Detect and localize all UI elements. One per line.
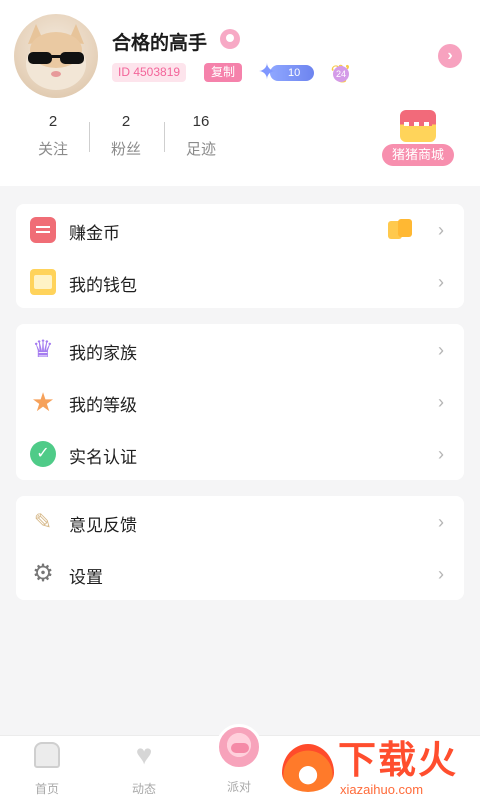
level-star-icon: ✦ [257,59,277,84]
crown-icon: ♛ [32,336,54,363]
wallet-icon [30,269,56,295]
tab-label: 动态 [131,782,156,796]
flame-logo-icon [282,744,334,792]
settings-gear-icon: ⚙ [32,560,54,587]
tab-party-label[interactable]: 派对 [209,778,269,795]
heart-icon: ♥ [135,739,153,770]
copy-id-button[interactable]: 复制 [204,63,242,82]
chevron-right-icon: › [438,392,444,412]
home-icon [34,742,60,768]
stat-followers[interactable]: 2 粉丝 [91,112,161,159]
stat-divider [164,122,165,152]
menu-item-settings[interactable]: ⚙ 设置 › [16,548,464,600]
feedback-pencil-icon: ✎ [33,509,53,534]
stat-value: 2 [121,113,131,130]
mall-label: 猪猪商城 [382,144,454,166]
level-number: 10 [288,67,301,79]
verified-check-icon: ✓ [30,441,56,467]
menu-card-settings: ✎ 意见反馈 › ⚙ 设置 › [16,496,464,600]
coin-stack-icon [388,219,416,239]
chevron-right-icon: › [438,272,444,292]
menu-item-wallet[interactable]: 我的钱包 › [16,256,464,308]
menu-item-label: 设置 [69,568,103,587]
pig-avatar-icon[interactable] [216,724,262,770]
tab-moments[interactable]: ♥ 动态 [114,739,174,797]
username: 合格的高手 [112,33,208,54]
menu-item-label: 我的家族 [69,344,137,363]
chevron-right-icon: › [438,564,444,584]
menu-item-label: 我的钱包 [69,276,137,295]
profile-header: 合格的高手 ID 4503819 复制 ✦ 10 ❦ 24 › 2 关注 2 粉… [0,0,480,186]
tab-home[interactable]: 首页 [17,742,77,797]
menu-item-verification[interactable]: ✓ 实名认证 › [16,428,464,480]
stat-label: 粉丝 [110,141,141,158]
stat-label: 关注 [37,141,68,158]
chevron-right-icon: › [438,340,444,360]
user-avatar[interactable] [14,14,98,98]
menu-item-label: 实名认证 [69,448,137,467]
menu-card-earnings: 赚金币 › 我的钱包 › [16,204,464,308]
medal-number: 24 [333,66,349,82]
stat-label: 足迹 [185,141,216,158]
menu-card-account: ♛ 我的家族 › ★ 我的等级 › ✓ 实名认证 › [16,324,464,480]
chevron-right-icon: › [438,444,444,464]
stat-value: 16 [192,113,210,130]
profile-detail-chevron-icon[interactable]: › [438,44,462,68]
chevron-right-icon: › [438,220,444,240]
menu-item-label: 赚金币 [69,224,120,243]
medal-badge[interactable]: ❦ 24 [324,58,358,88]
chevron-right-icon: › [438,512,444,532]
menu-item-earn-coins[interactable]: 赚金币 › [16,204,464,256]
stat-value: 2 [48,113,58,130]
menu-item-label: 我的等级 [69,396,137,415]
menu-item-feedback[interactable]: ✎ 意见反馈 › [16,496,464,548]
level-badge[interactable]: ✦ 10 [256,61,316,83]
profile-stats: 2 关注 2 粉丝 16 足迹 [18,112,238,162]
star-icon: ★ [31,387,55,417]
shop-icon [400,110,436,142]
stat-following[interactable]: 2 关注 [18,112,88,159]
location-icon [220,29,240,49]
watermark-url: xiazaihuo.com [340,782,424,797]
watermark-text: 下载火 [338,740,459,782]
pig-mall-button[interactable]: 猪猪商城 [380,110,456,166]
stat-footprints[interactable]: 16 足迹 [166,112,236,159]
coin-icon [30,217,56,243]
user-id-badge: ID 4503819 [112,63,187,82]
menu-item-family[interactable]: ♛ 我的家族 › [16,324,464,376]
menu-item-label: 意见反馈 [69,516,137,535]
menu-item-level[interactable]: ★ 我的等级 › [16,376,464,428]
watermark: 下载火 xiazaihuo.com [282,738,478,800]
tab-label: 首页 [34,782,59,796]
stat-divider [89,122,90,152]
